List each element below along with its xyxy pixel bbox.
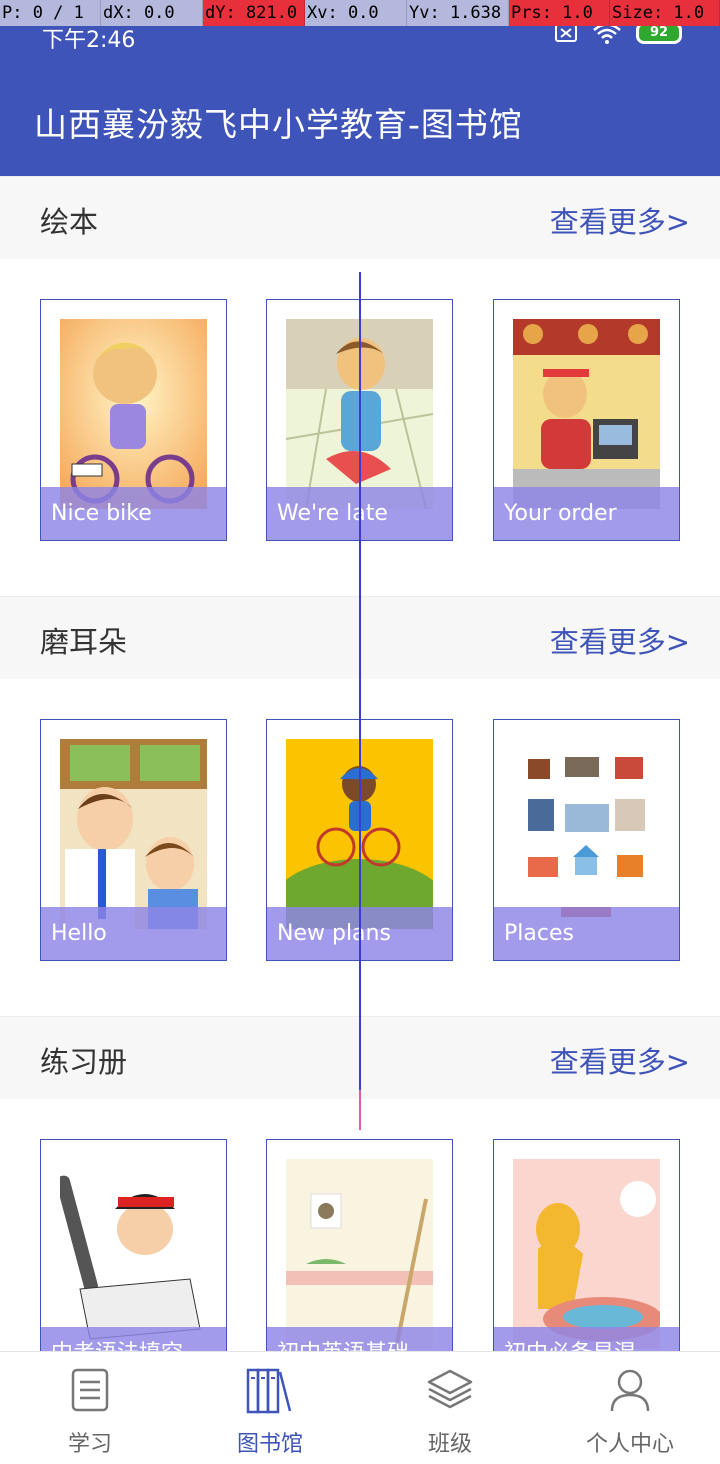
page-title: 山西襄汾毅飞中小学教育-图书馆 <box>34 105 523 144</box>
book-cover-confusing-words <box>513 1159 660 1349</box>
book-grid: 中考语法填空 初中英语基础 <box>0 1099 720 1351</box>
book-caption: Nice bike <box>41 487 226 540</box>
book-caption: 初中英语基础 <box>267 1327 452 1351</box>
nav-library[interactable]: 图书馆 <box>180 1352 360 1464</box>
book-card[interactable]: Your order <box>493 299 680 541</box>
debug-xv: Xv: 0.0 <box>305 0 407 26</box>
status-time: 下午2:46 <box>42 28 136 53</box>
nav-label: 学习 <box>67 1432 112 1457</box>
book-cover-grammar <box>60 1159 207 1349</box>
view-more-link[interactable]: 查看更多> <box>550 1039 690 1081</box>
book-caption: Your order <box>494 487 679 540</box>
app-screen: 下午2:46 92 山西襄汾毅飞中小学教育-图书馆 P: 0 / 1 dX: 0… <box>0 0 720 1464</box>
debug-dy: dY: 821.0 <box>203 0 305 26</box>
debug-dx: dX: 0.0 <box>101 0 203 26</box>
book-cover-english-basics <box>286 1159 433 1349</box>
debug-yv: Yv: 1.638 <box>407 0 509 26</box>
document-icon <box>71 1368 109 1412</box>
bottom-nav: 学习 图书馆 班级 个人中心 <box>0 1351 720 1464</box>
section-title: 磨耳朵 <box>40 625 128 659</box>
book-cover-nice-bike <box>60 319 207 509</box>
debug-pressure: Prs: 1.0 <box>509 0 610 26</box>
battery-level: 92 <box>639 25 679 41</box>
view-more-link[interactable]: 查看更多> <box>550 619 690 661</box>
book-cover-your-order <box>513 319 660 509</box>
pointer-debug-bar: P: 0 / 1 dX: 0.0 dY: 821.0 Xv: 0.0 Yv: 1… <box>0 0 720 26</box>
book-card[interactable]: Nice bike <box>40 299 227 541</box>
person-icon <box>610 1369 650 1412</box>
debug-pointer-count: P: 0 / 1 <box>0 0 101 26</box>
book-caption: 初中必备易混 <box>494 1327 679 1351</box>
book-card[interactable]: 中考语法填空 <box>40 1139 227 1351</box>
nav-label: 图书馆 <box>236 1432 303 1457</box>
nav-label: 班级 <box>427 1432 472 1457</box>
section-title: 练习册 <box>40 1045 128 1079</box>
book-caption: Hello <box>41 907 226 960</box>
sim-off-icon <box>555 24 577 42</box>
nav-class[interactable]: 班级 <box>360 1352 540 1464</box>
book-cover-places <box>513 739 660 929</box>
layers-icon <box>427 1369 473 1409</box>
book-caption: Places <box>494 907 679 960</box>
book-card[interactable]: Hello <box>40 719 227 961</box>
pointer-trail-line <box>359 272 361 1128</box>
library-icon <box>246 1368 292 1414</box>
pointer-trail-tail <box>359 1090 361 1130</box>
nav-profile[interactable]: 个人中心 <box>540 1352 720 1464</box>
debug-size: Size: 1.0 <box>610 0 720 26</box>
app-header: 下午2:46 92 山西襄汾毅飞中小学教育-图书馆 <box>0 0 720 176</box>
book-caption: 中考语法填空 <box>41 1327 226 1351</box>
nav-label: 个人中心 <box>585 1432 674 1457</box>
view-more-link[interactable]: 查看更多> <box>550 199 690 241</box>
book-cover-hello <box>60 739 207 929</box>
section-header: 绘本 查看更多> <box>0 176 720 259</box>
book-card[interactable]: 初中英语基础 <box>266 1139 453 1351</box>
book-card[interactable]: 初中必备易混 <box>493 1139 680 1351</box>
section-title: 绘本 <box>40 205 99 239</box>
nav-study[interactable]: 学习 <box>0 1352 180 1464</box>
book-card[interactable]: Places <box>493 719 680 961</box>
